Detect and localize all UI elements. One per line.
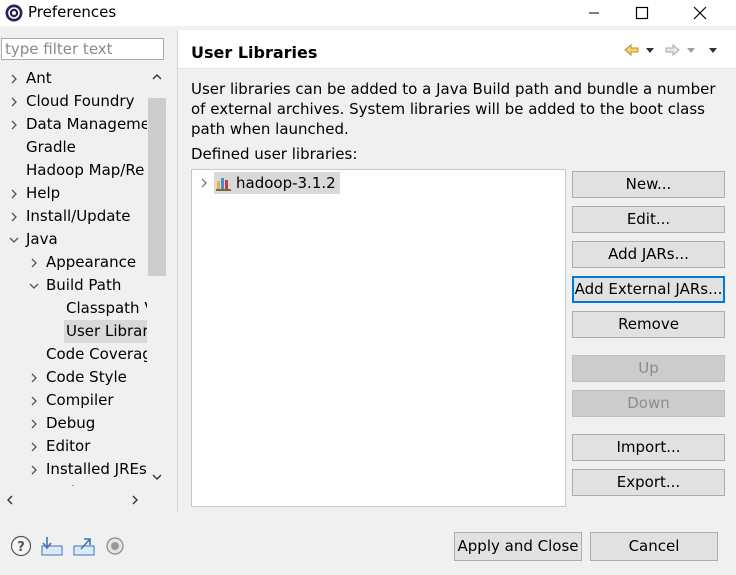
minimize-icon (589, 12, 599, 14)
tree-item-label: Install/Update (26, 207, 131, 225)
tree-item[interactable]: Java (0, 228, 147, 251)
panel-divider[interactable] (177, 30, 178, 512)
chevron-right-icon[interactable] (29, 373, 39, 383)
close-icon (693, 6, 707, 20)
tree-item[interactable]: Code Coverag (0, 343, 147, 366)
filter-input[interactable] (1, 38, 164, 60)
eclipse-app-icon (4, 3, 24, 23)
forward-arrow-icon (665, 43, 695, 57)
tree-item-label: Debug (46, 414, 96, 432)
chevron-right-icon[interactable] (9, 74, 19, 84)
tree-item[interactable]: Installed JREs (0, 458, 147, 481)
defined-libraries-label: Defined user libraries: (191, 145, 358, 163)
tree-item[interactable]: Cloud Foundry (0, 90, 147, 113)
tree-item[interactable]: Debug (0, 412, 147, 435)
chevron-right-icon[interactable] (9, 120, 19, 130)
scroll-down-icon[interactable] (151, 472, 163, 482)
maximize-button[interactable] (619, 0, 665, 26)
back-arrow-icon (624, 43, 654, 57)
library-icon (216, 178, 231, 191)
scroll-right-icon[interactable] (130, 494, 140, 506)
tree-item-label: Code Coverag (46, 345, 147, 363)
tree-item[interactable]: Gradle (0, 136, 147, 159)
page-title: User Libraries (191, 43, 318, 62)
close-button[interactable] (677, 0, 723, 26)
library-label: hadoop-3.1.2 (236, 174, 336, 192)
tree-item-label: Gradle (26, 138, 76, 156)
export-button[interactable]: Export... (572, 469, 725, 496)
import-button[interactable]: Import... (572, 434, 725, 461)
new-button[interactable]: New... (572, 171, 725, 198)
tree-item-label: Java (26, 230, 58, 248)
minimize-button[interactable] (571, 0, 617, 26)
tree-item[interactable]: Install/Update (0, 205, 147, 228)
tree-item-label: Classpath V (66, 299, 147, 317)
user-libraries-list[interactable] (191, 169, 566, 507)
tree-item-label: Compiler (46, 391, 114, 409)
chevron-right-icon[interactable] (9, 212, 19, 222)
tree-item-label: Help (26, 184, 61, 202)
view-menu-icon (709, 48, 717, 53)
tree-item[interactable]: Compiler (0, 389, 147, 412)
tree-item[interactable]: Classpath V (0, 297, 147, 320)
cancel-button[interactable]: Cancel (590, 532, 718, 561)
preferences-tree: Ant Cloud Foundry Data Manageme Gradle Hadoo… (0, 66, 168, 512)
tree-item[interactable]: Data Manageme (0, 113, 147, 136)
import-preferences-icon[interactable] (40, 535, 63, 557)
chevron-right-icon[interactable] (29, 396, 39, 406)
tree-item[interactable]: Code Style (0, 366, 147, 389)
tree-item[interactable]: Editor (0, 435, 147, 458)
svg-text:?: ? (17, 540, 25, 555)
scroll-left-icon[interactable] (5, 494, 15, 506)
down-button[interactable]: Down (572, 390, 725, 417)
tree-item[interactable]: Hadoop Map/Re (0, 159, 147, 182)
tree-item[interactable]: JUnit (0, 481, 147, 486)
forward-nav-button[interactable] (664, 42, 696, 62)
tree-item-label: Cloud Foundry (26, 92, 135, 110)
chevron-right-icon[interactable] (9, 189, 19, 199)
add-external-jars-button[interactable]: Add External JARs... (572, 276, 725, 303)
view-menu-button[interactable] (706, 42, 720, 62)
tree-item[interactable]: Help (0, 182, 147, 205)
remove-button[interactable]: Remove (572, 311, 725, 338)
chevron-right-icon[interactable] (9, 97, 19, 107)
apply-and-close-button[interactable]: Apply and Close (454, 532, 582, 561)
tree-item[interactable]: Ant (0, 67, 147, 90)
up-button[interactable]: Up (572, 355, 725, 382)
tree-item-label: Code Style (46, 368, 127, 386)
tree-item[interactable]: User Librar (64, 320, 147, 343)
chevron-right-icon[interactable] (29, 419, 39, 429)
maximize-icon (635, 6, 649, 20)
tree-item-label: Appearance (46, 253, 137, 271)
tree-item-label: Ant (26, 69, 52, 87)
chevron-right-icon[interactable] (29, 442, 39, 452)
oomph-record-icon[interactable] (104, 535, 126, 557)
edit-button[interactable]: Edit... (572, 206, 725, 233)
library-item[interactable]: hadoop-3.1.2 (214, 172, 340, 194)
back-nav-button[interactable] (622, 42, 654, 62)
scroll-up-icon[interactable] (151, 72, 163, 82)
tree-item-label: Installed JREs (46, 460, 147, 478)
chevron-right-icon[interactable] (29, 258, 39, 268)
tree-item[interactable]: Build Path (0, 274, 147, 297)
tree-viewport: Ant Cloud Foundry Data Manageme Gradle Hadoo… (0, 66, 147, 486)
expand-arrow-icon[interactable] (200, 178, 208, 188)
tree-item-label: User Librar (66, 322, 147, 340)
tree-horizontal-scrollbar[interactable] (0, 488, 167, 510)
tree-item-label: Data Manageme (26, 115, 147, 133)
tree-item[interactable]: Appearance (0, 251, 147, 274)
tree-item-label: JUnit (46, 481, 81, 486)
chevron-right-icon[interactable] (29, 465, 39, 475)
tree-item-label: Hadoop Map/Re (26, 161, 145, 179)
chevron-down-icon[interactable] (9, 235, 19, 245)
tree-item-label: Editor (46, 437, 91, 455)
chevron-down-icon[interactable] (29, 281, 39, 291)
page-description: User libraries can be added to a Java Bu… (191, 80, 716, 138)
tree-scroll-thumb[interactable] (148, 98, 166, 276)
add-jars-button[interactable]: Add JARs... (572, 241, 725, 268)
tree-item-label: Build Path (46, 276, 122, 294)
help-icon[interactable]: ? (10, 535, 32, 557)
window-title: Preferences (28, 3, 117, 21)
export-preferences-icon[interactable] (72, 535, 95, 557)
